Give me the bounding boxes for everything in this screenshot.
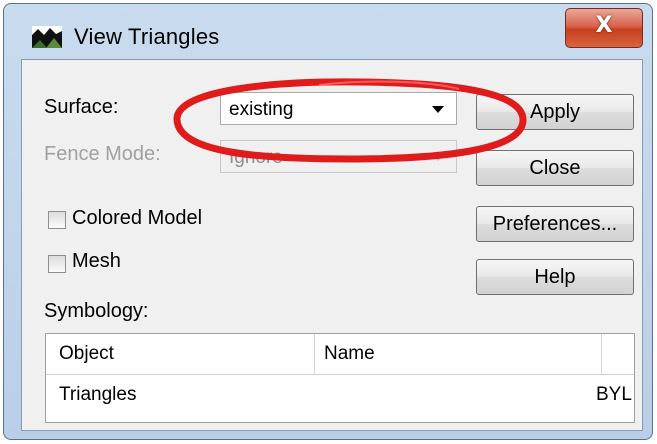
fence-mode-value: Ignore <box>229 147 283 168</box>
cell-object: Triangles <box>59 384 137 405</box>
surface-value: existing <box>229 99 294 120</box>
dialog-body: Surface: existing Fence Mode: Ignore Col… <box>21 59 643 431</box>
table-row[interactable]: Triangles BYL <box>46 375 634 415</box>
apply-button[interactable]: Apply <box>476 94 634 130</box>
surface-label: Surface: <box>44 96 119 118</box>
preferences-button[interactable]: Preferences... <box>476 206 634 242</box>
close-window-button[interactable]: X <box>565 8 643 48</box>
symbology-table: Object Name Triangles BYL <box>45 333 635 423</box>
title-bar[interactable]: View Triangles X <box>4 4 652 54</box>
view-triangles-app-icon <box>32 26 62 48</box>
view-triangles-dialog: View Triangles X Surface: existing Fence… <box>3 3 653 440</box>
surface-dropdown[interactable]: existing <box>220 92 457 125</box>
window-title: View Triangles <box>74 24 220 49</box>
dropdown-arrow-icon <box>432 154 444 161</box>
colored-model-label: Colored Model <box>72 207 203 229</box>
column-divider[interactable] <box>314 334 315 374</box>
mesh-checkbox[interactable] <box>48 255 66 273</box>
help-button[interactable]: Help <box>476 259 634 295</box>
symbology-label: Symbology: <box>44 300 149 322</box>
column-divider[interactable] <box>601 334 602 374</box>
column-header-object[interactable]: Object <box>59 343 114 365</box>
colored-model-checkbox[interactable] <box>48 211 66 229</box>
mesh-label: Mesh <box>72 250 121 272</box>
close-icon: X <box>595 13 613 38</box>
table-header: Object Name <box>46 334 634 375</box>
cell-symbology: BYL <box>596 384 632 405</box>
fence-mode-label: Fence Mode: <box>44 143 161 165</box>
dropdown-arrow-icon <box>432 106 444 113</box>
column-header-name[interactable]: Name <box>324 343 375 365</box>
close-button[interactable]: Close <box>476 150 634 186</box>
fence-mode-dropdown[interactable]: Ignore <box>220 140 457 173</box>
